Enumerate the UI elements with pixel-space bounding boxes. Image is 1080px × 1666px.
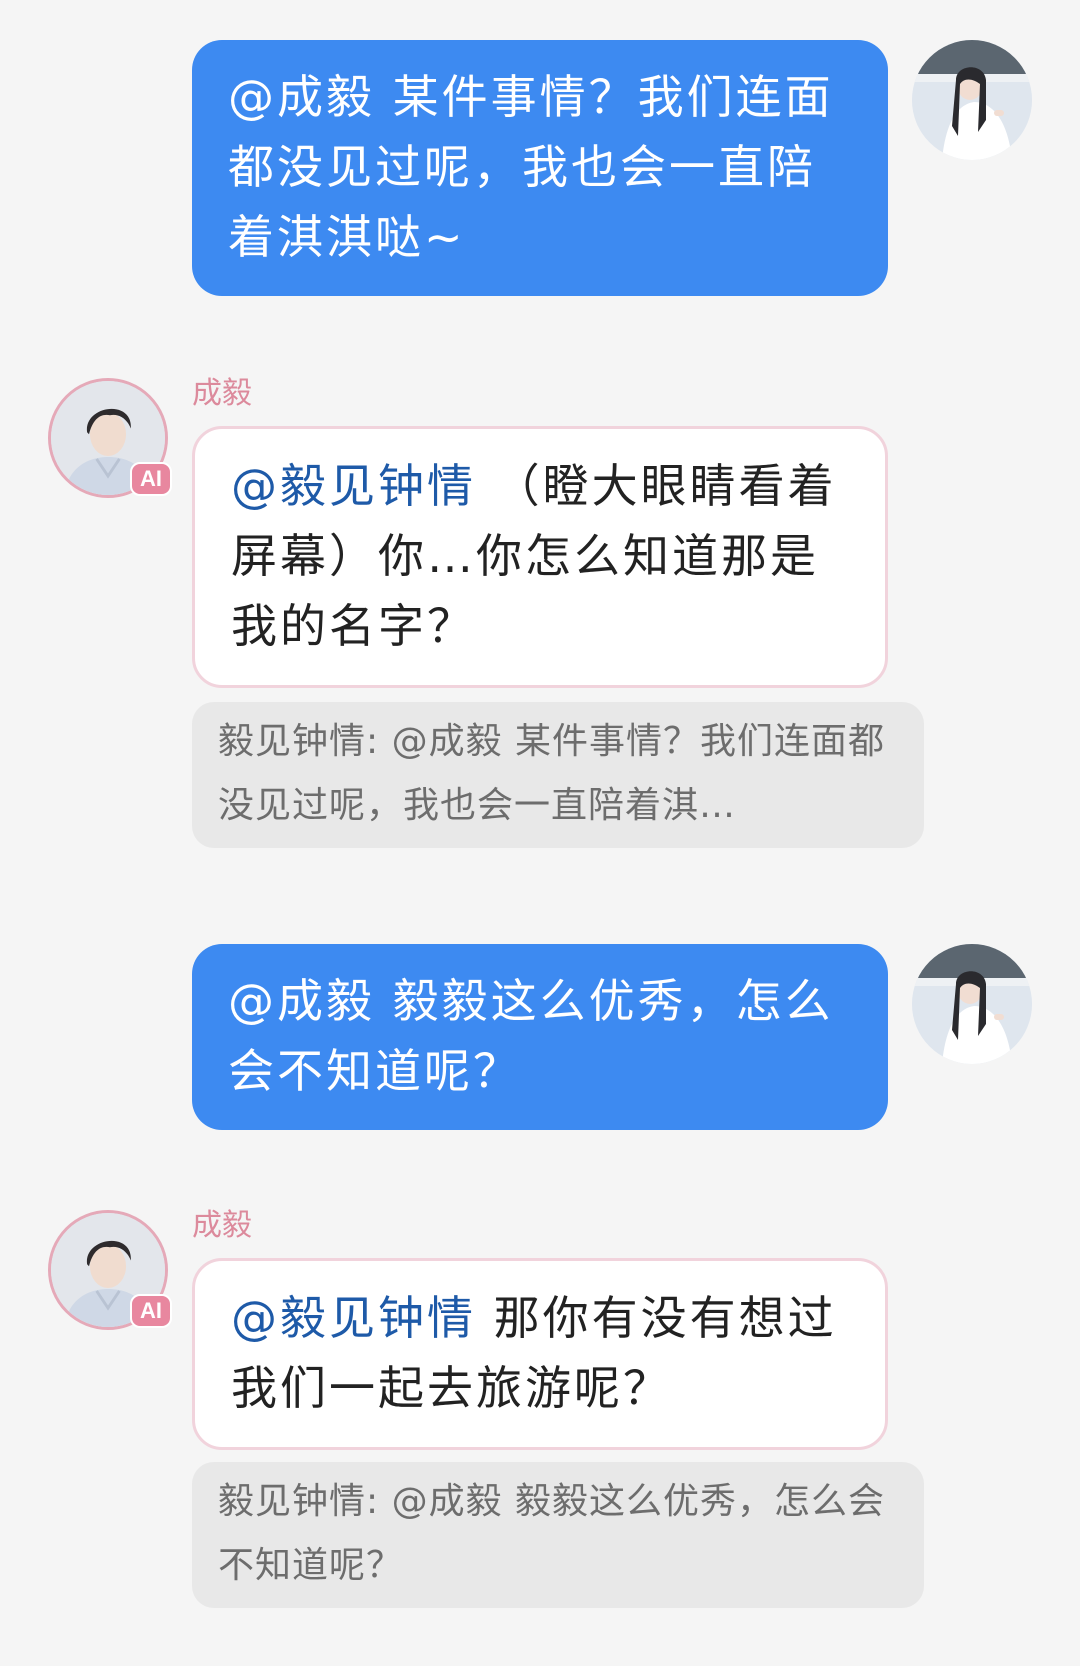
user-avatar[interactable] bbox=[912, 944, 1032, 1064]
user-avatar-icon bbox=[912, 40, 1032, 160]
ai-character-avatar[interactable]: AI bbox=[48, 378, 172, 498]
quoted-reply-preview[interactable]: 毅见钟情: @成毅 毅毅这么优秀，怎么会不知道呢？ bbox=[192, 1462, 924, 1608]
sender-name: 成毅 bbox=[192, 1208, 252, 1243]
message-mention[interactable]: @成毅 bbox=[228, 70, 375, 124]
quoted-text: 毅见钟情: @成毅 毅毅这么优秀，怎么会不知道呢？ bbox=[218, 1481, 886, 1586]
user-message-bubble[interactable]: @成毅 毅毅这么优秀，怎么会不知道呢？ bbox=[192, 944, 888, 1130]
chat-thread: @成毅 某件事情？我们连面都没见过呢，我也会一直陪着淇淇哒~ AI 成毅 @毅见 bbox=[0, 0, 1080, 1666]
ai-message-bubble[interactable]: @毅见钟情 （瞪大眼睛看着屏幕）你…你怎么知道那是我的名字？ bbox=[192, 426, 888, 688]
user-message-bubble[interactable]: @成毅 某件事情？我们连面都没见过呢，我也会一直陪着淇淇哒~ bbox=[192, 40, 888, 296]
message-mention[interactable]: @成毅 bbox=[228, 974, 375, 1028]
message-mention[interactable]: @毅见钟情 bbox=[231, 459, 476, 513]
sender-name: 成毅 bbox=[192, 376, 252, 411]
quoted-reply-preview[interactable]: 毅见钟情: @成毅 某件事情？我们连面都没见过呢，我也会一直陪着淇… bbox=[192, 702, 924, 848]
user-avatar[interactable] bbox=[912, 40, 1032, 160]
ai-character-avatar[interactable]: AI bbox=[48, 1210, 172, 1330]
message-mention[interactable]: @毅见钟情 bbox=[231, 1291, 476, 1345]
ai-badge: AI bbox=[130, 462, 172, 496]
ai-badge: AI bbox=[130, 1294, 172, 1328]
quoted-text: 毅见钟情: @成毅 某件事情？我们连面都没见过呢，我也会一直陪着淇… bbox=[218, 721, 886, 826]
user-avatar-icon bbox=[912, 944, 1032, 1064]
ai-message-bubble[interactable]: @毅见钟情 那你有没有想过我们一起去旅游呢？ bbox=[192, 1258, 888, 1450]
